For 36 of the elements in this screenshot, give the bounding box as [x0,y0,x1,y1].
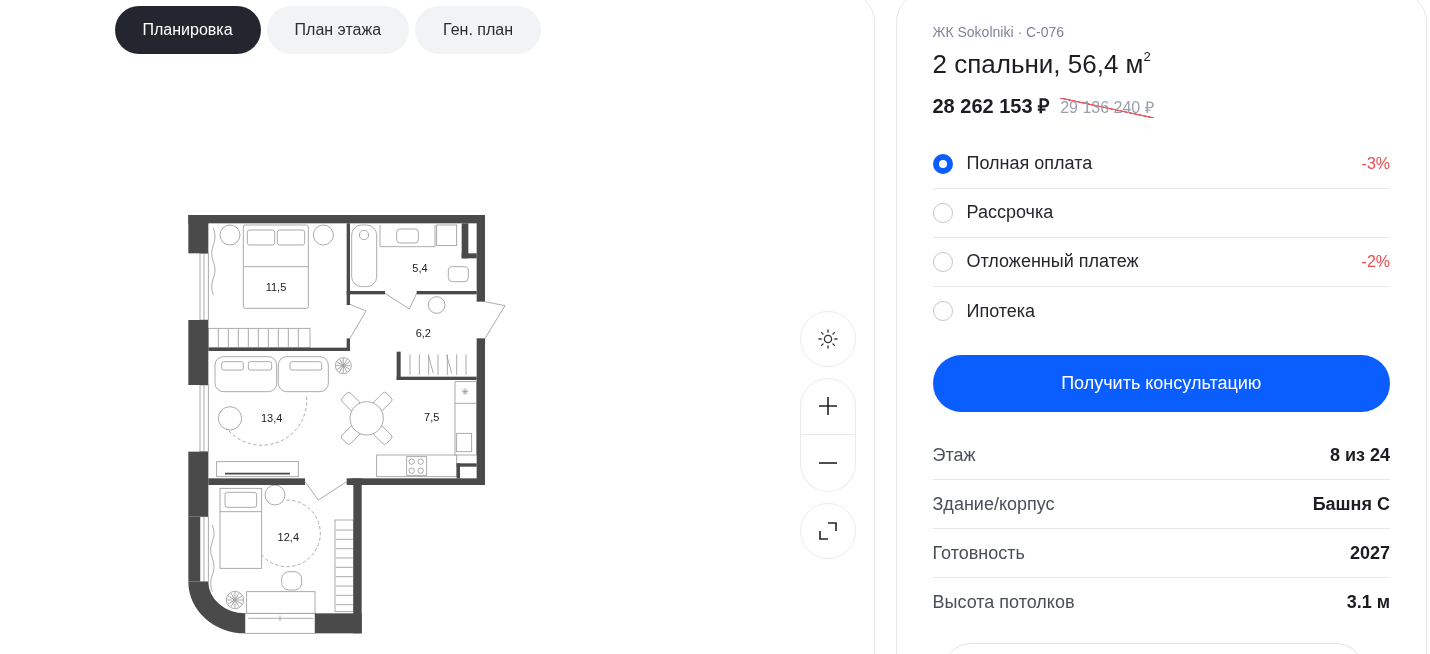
room-area-label: 7,5 [423,410,439,423]
discount-label: -3% [1361,154,1390,173]
radio-button[interactable] [932,301,953,321]
detail-label: Этаж [932,444,976,466]
payment-option-label[interactable]: Рассрочка [966,202,1054,223]
sun-icon [817,328,838,349]
discount-label: -2% [1361,252,1390,271]
room-area-label: 13,4 [260,411,282,424]
radio-button[interactable] [932,251,953,272]
detail-label: Готовность [932,542,1025,564]
minus-icon [818,461,837,464]
radio-button[interactable] [932,202,953,223]
view-tab[interactable]: Планировка [114,5,261,54]
listing-title: 2 спальни, 56,4 м$^{2}$ [932,47,1151,80]
zoom-in-button[interactable] [799,377,856,435]
detail-value: 8 из 24 [1329,444,1390,466]
room-area-label: 12,4 [277,530,299,543]
price: 28 262 153 ₽ [932,93,1051,119]
view-tab[interactable]: План этажа [266,5,410,54]
radio-button[interactable] [932,153,953,174]
room-area-label: 6,2 [415,326,431,339]
room-area-label: 11,5 [265,280,286,293]
listing-subtitle: ЖК Sokolniki · C-076 [932,22,1065,41]
plus-icon [818,397,837,415]
payment-option-label[interactable]: Отложенный платеж [966,251,1139,272]
room-area-label: 5,4 [411,261,428,274]
payment-option-label[interactable]: Ипотека [966,300,1036,322]
detail-value: 3.1 м [1346,592,1390,613]
fullscreen-icon [818,521,837,540]
detail-value: Башня C [1312,493,1390,515]
detail-value: 2027 [1349,542,1390,564]
consultation-button[interactable]: Получить консультацию [932,354,1390,412]
view-tab[interactable]: Ген. план [415,5,541,54]
payment-option-label[interactable]: Полная оплата [966,153,1093,174]
detail-label: Высота потолков [932,592,1075,613]
detail-label: Здание/корпус [932,493,1055,515]
